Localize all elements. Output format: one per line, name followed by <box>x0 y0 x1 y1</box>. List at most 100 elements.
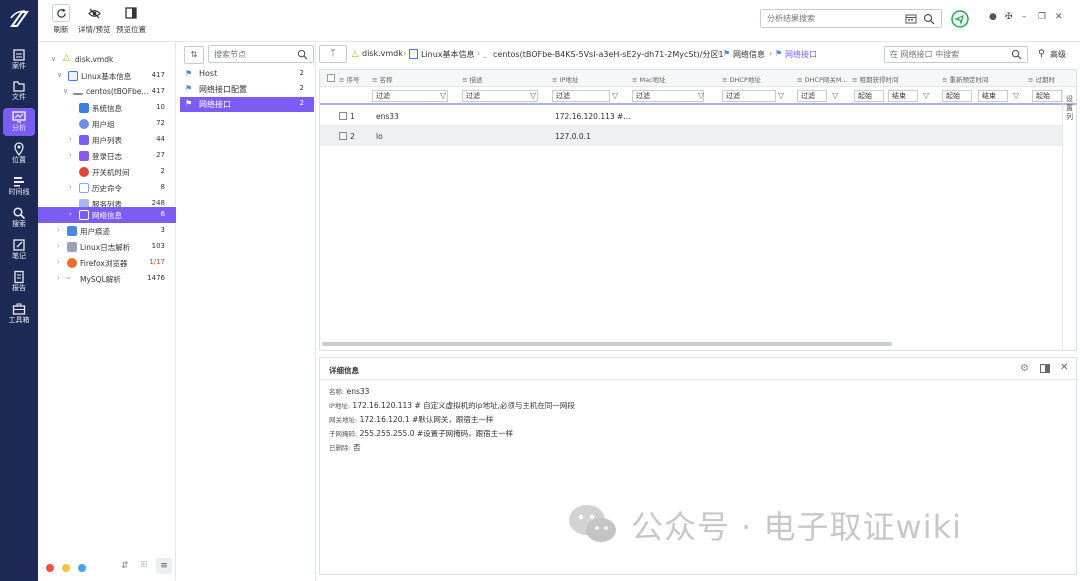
row-checkbox[interactable] <box>339 132 347 140</box>
close-icon[interactable]: ✕ <box>1060 362 1068 373</box>
column-header-desc[interactable]: ≡ 描述 <box>462 74 483 84</box>
branch-icon[interactable]: ᛉ <box>319 45 347 63</box>
filter-rebind-end[interactable]: 结束 <box>978 90 1008 102</box>
category-interface[interactable]: ⚑ 网络接口 2 <box>180 97 314 112</box>
tree-item-linuxlog[interactable]: › Linux日志解析 103 <box>38 239 176 255</box>
chevron-down-icon[interactable]: ∨ <box>63 87 71 95</box>
nav-location[interactable]: 位置 <box>3 140 35 168</box>
column-header-ip[interactable]: ≡ IP地址 <box>552 74 578 84</box>
tree-item-mysql[interactable]: › ~ MySQL解析 1476 <box>38 271 176 287</box>
expand-collapse-icon[interactable]: ⇵ <box>121 561 129 571</box>
breadcrumb-item[interactable]: 网络信息 <box>733 49 765 60</box>
tree-item-linux-basic[interactable]: ∨ Linux基本信息 417 <box>38 68 176 84</box>
sort-icon[interactable]: ⇅ <box>184 46 204 64</box>
filter-icon[interactable]: ▽ <box>530 91 536 100</box>
close-icon[interactable]: ✕ <box>1055 12 1063 22</box>
nav-note[interactable]: 笔记 <box>3 236 35 264</box>
tree-item-centos[interactable]: ∨ centos(tBOFbe... 417 <box>38 84 176 100</box>
filter-icon[interactable]: ▽ <box>923 91 929 100</box>
gear-icon[interactable]: ⚙ <box>1020 363 1029 374</box>
table-search-box[interactable] <box>884 46 1028 63</box>
user-icon[interactable]: ● <box>989 12 997 22</box>
yellow-dot-icon[interactable] <box>62 564 70 572</box>
chevron-right-icon[interactable]: › <box>57 258 65 266</box>
filter-desc[interactable]: 过滤 <box>462 90 538 102</box>
tree-item-sysinfo[interactable]: 系统信息 10 <box>38 100 176 116</box>
detail-preview-button[interactable]: 详情/预览 <box>78 4 111 35</box>
filter-rebind-start[interactable]: 起始 <box>942 90 972 102</box>
filter-name[interactable]: 过滤 <box>372 90 448 102</box>
nav-toolbox[interactable]: 工具箱 <box>3 300 35 328</box>
filter-expire-start[interactable]: 起始 <box>1032 90 1062 102</box>
column-settings-tab[interactable]: 设 置 列 <box>1062 87 1076 351</box>
advanced-button[interactable]: 高级 <box>1050 49 1066 60</box>
nav-search[interactable]: 搜索 <box>3 204 35 232</box>
chevron-down-icon[interactable]: ∨ <box>57 71 65 79</box>
filter-lease-start[interactable]: 起始 <box>854 90 884 102</box>
tree-item-firefox[interactable]: › Firefox浏览器 1/17 <box>38 255 176 271</box>
advanced-search-icon[interactable]: ⚲ <box>1038 49 1045 59</box>
red-dot-icon[interactable] <box>46 564 54 572</box>
category-host[interactable]: ⚑ Host 2 <box>180 67 314 82</box>
blue-dot-icon[interactable] <box>78 564 86 572</box>
chevron-right-icon[interactable]: › <box>57 274 65 282</box>
nav-timeline[interactable]: 时间线 <box>3 172 35 200</box>
breadcrumb-item[interactable]: disk.vmdk <box>362 49 403 58</box>
send-status-icon[interactable] <box>951 10 969 28</box>
category-interface-config[interactable]: ⚑ 网络接口配置 2 <box>180 82 314 97</box>
horizontal-scrollbar[interactable] <box>322 342 892 346</box>
tree-item-history[interactable]: › 历史命令 8 <box>38 180 176 196</box>
chevron-down-icon[interactable]: ∨ <box>51 55 59 63</box>
chevron-right-icon[interactable]: › <box>69 151 77 159</box>
chevron-right-icon[interactable]: › <box>69 135 77 143</box>
minimize-icon[interactable]: – <box>1022 12 1027 22</box>
search-icon[interactable] <box>923 13 935 25</box>
breadcrumb-item[interactable]: Linux基本信息 <box>421 49 475 60</box>
list-view-icon[interactable]: ≡ <box>156 558 172 574</box>
calendar-icon[interactable] <box>905 13 917 24</box>
chevron-right-icon[interactable]: › <box>69 183 77 191</box>
filter-icon[interactable]: ▽ <box>698 91 704 100</box>
table-search-input[interactable] <box>885 47 1005 62</box>
tree-item-power[interactable]: 开关机时间 2 <box>38 164 176 180</box>
restore-icon[interactable]: ❐ <box>1038 12 1046 22</box>
search-icon[interactable] <box>1011 49 1022 60</box>
pin-icon[interactable]: ✠ <box>1005 12 1013 22</box>
tree-item-userlist[interactable]: › 用户列表 44 <box>38 132 176 148</box>
search-icon[interactable] <box>297 49 308 60</box>
column-header-lease-obtained[interactable]: ≡ 租期获得时间 <box>852 74 899 84</box>
chevron-right-icon[interactable]: › <box>57 226 65 234</box>
node-search-input[interactable] <box>209 46 293 62</box>
grid-view-icon[interactable]: ⊞ <box>140 560 148 570</box>
nav-file[interactable]: 文件 <box>3 77 35 105</box>
filter-icon[interactable]: ▽ <box>778 91 784 100</box>
column-header-mac[interactable]: ≡ Mac地址 <box>632 74 666 84</box>
breadcrumb-item[interactable]: centos(tBOFbe-B4KS-5VsI-a3eH-sE2y-dh71-2… <box>493 49 724 60</box>
table-row[interactable]: 2 lo 127.0.0.1 <box>320 126 1063 146</box>
filter-dhcp-gateway[interactable]: 过滤 <box>797 90 827 102</box>
filter-icon[interactable]: ▽ <box>440 91 446 100</box>
filter-icon[interactable]: ▽ <box>832 91 838 100</box>
tree-root[interactable]: ∨ △ disk.vmdk <box>38 52 176 68</box>
filter-ip[interactable]: 过滤 <box>552 90 610 102</box>
chevron-right-icon[interactable]: › <box>57 242 65 250</box>
tree-item-loginlog[interactable]: › 登录日志 27 <box>38 148 176 164</box>
filter-mac[interactable]: 过滤 <box>632 90 704 102</box>
analysis-search-box[interactable] <box>760 9 942 28</box>
nav-report[interactable]: 报告 <box>3 268 35 296</box>
column-header-index[interactable]: ≡ 序号 <box>339 74 360 84</box>
filter-dhcp[interactable]: 过滤 <box>722 90 776 102</box>
table-row[interactable]: 1 ens33 172.16.120.113 #... <box>320 106 1063 126</box>
filter-icon[interactable]: ▽ <box>612 91 618 100</box>
preview-position-button[interactable]: 预览位置 <box>116 4 146 35</box>
column-header-rebind[interactable]: ≡ 重新预定时间 <box>942 74 989 84</box>
column-header-name[interactable]: ≡ 名称 <box>372 74 393 84</box>
node-search-box[interactable] <box>208 45 314 63</box>
breadcrumb-current[interactable]: 网络接口 <box>785 49 817 60</box>
column-header-dhcp[interactable]: ≡ DHCP地址 <box>722 74 761 84</box>
chevron-right-icon[interactable]: › <box>69 210 77 218</box>
tree-item-network[interactable]: › 网络信息 6 <box>38 207 176 223</box>
refresh-button[interactable]: 刷新 <box>52 4 70 35</box>
column-header-dhcp-gateway[interactable]: ≡ DHCP网关M... <box>797 74 848 84</box>
tree-item-usertrace[interactable]: › 用户痕迹 3 <box>38 223 176 239</box>
